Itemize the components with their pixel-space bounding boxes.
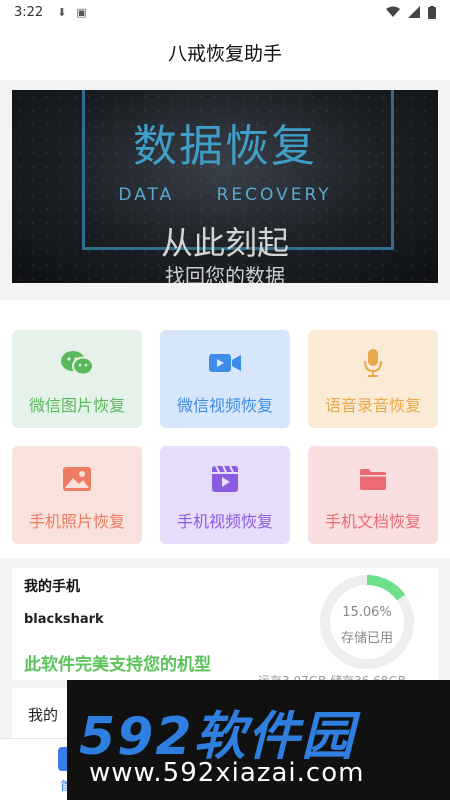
feature-card-voice[interactable]: 语音录音恢复 bbox=[308, 330, 438, 428]
feature-card-phone-document[interactable]: 手机文档恢复 bbox=[308, 446, 438, 544]
storage-label: 存储已用 bbox=[340, 631, 393, 646]
watermark-overlay: 592软件园 www.592xiazai.com bbox=[67, 680, 450, 800]
storage-percent: 15.06% bbox=[342, 605, 392, 620]
photo-icon bbox=[59, 466, 95, 492]
feature-label: 手机文档恢复 bbox=[324, 512, 421, 531]
folder-icon bbox=[355, 466, 391, 492]
app-bar: 八戒恢复助手 bbox=[0, 24, 450, 80]
status-bar: 3:22 ⬇ ▣ bbox=[0, 0, 450, 24]
microphone-icon bbox=[355, 349, 391, 377]
feature-grid: 微信图片恢复 微信视频恢复 语音录音恢复 手机照片恢复 手机视频恢复 手机文档恢… bbox=[0, 300, 450, 558]
battery-icon bbox=[428, 5, 436, 19]
phone-model: blackshark bbox=[24, 612, 104, 627]
banner-subtitle: DATA RECOVERY bbox=[118, 185, 332, 205]
wechat-icon bbox=[59, 350, 95, 376]
download-icon: ⬇ bbox=[57, 5, 67, 19]
signal-icon bbox=[408, 6, 420, 18]
video-camera-icon bbox=[207, 350, 243, 376]
feature-card-wechat-photo[interactable]: 微信图片恢复 bbox=[12, 330, 142, 428]
phone-heading: 我的手机 bbox=[24, 579, 80, 595]
status-time: 3:22 bbox=[14, 4, 44, 20]
banner-line1: 从此刻起 bbox=[160, 224, 289, 262]
wifi-icon bbox=[386, 6, 400, 17]
watermark-url: www.592xiazai.com bbox=[89, 758, 365, 788]
app-title: 八戒恢复助手 bbox=[167, 42, 282, 65]
feature-card-phone-video[interactable]: 手机视频恢复 bbox=[160, 446, 290, 544]
feature-label: 语音录音恢复 bbox=[324, 396, 421, 415]
feature-card-phone-photo[interactable]: 手机照片恢复 bbox=[12, 446, 142, 544]
banner-line2: 找回您的数据 bbox=[165, 264, 285, 283]
support-text: 此软件完美支持您的机型 bbox=[24, 655, 211, 675]
storage-ring: 15.06% 存储已用 bbox=[317, 572, 417, 672]
feature-label: 手机视频恢复 bbox=[176, 512, 273, 531]
banner-title: 数据恢复 bbox=[133, 121, 317, 172]
status-right bbox=[386, 5, 436, 19]
film-icon bbox=[207, 466, 243, 492]
a-icon: ▣ bbox=[76, 5, 87, 19]
banner-image[interactable]: 数据恢复 DATA RECOVERY 从此刻起 找回您的数据 bbox=[12, 90, 438, 283]
feature-card-wechat-video[interactable]: 微信视频恢复 bbox=[160, 330, 290, 428]
storage-ring-chart bbox=[320, 575, 414, 669]
feature-label: 微信视频恢复 bbox=[176, 396, 273, 415]
banner-section: 数据恢复 DATA RECOVERY 从此刻起 找回您的数据 bbox=[0, 80, 450, 300]
feature-label: 微信图片恢复 bbox=[28, 396, 125, 415]
my-card-title: 我的 bbox=[28, 706, 59, 724]
feature-label: 手机照片恢复 bbox=[28, 512, 125, 531]
phone-info-card[interactable]: 我的手机 blackshark 此软件完美支持您的机型 15.06% 存储已用 bbox=[12, 568, 438, 680]
